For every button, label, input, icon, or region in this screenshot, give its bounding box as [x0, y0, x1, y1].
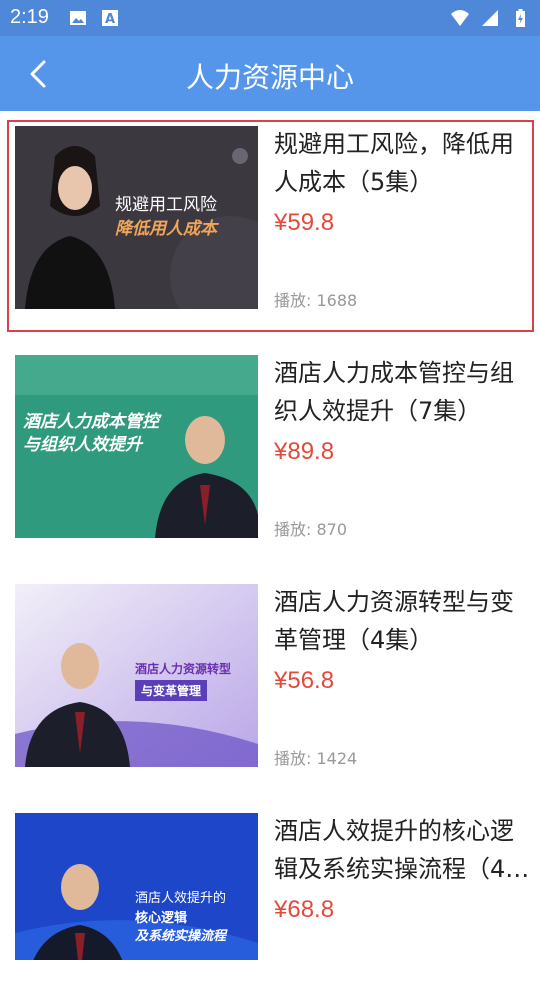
svg-text:A: A	[105, 12, 115, 27]
status-bar: 2:19 A	[0, 0, 540, 36]
status-system-icons	[450, 8, 530, 28]
thumbnail-title-line1: 酒店人力资源转型	[135, 662, 232, 676]
course-title[interactable]: 酒店人力成本管控与组织人效提升（7集）	[274, 354, 536, 430]
course-card[interactable]: 酒店人效提升的 核心逻辑 及系统实操流程 酒店人效提升的核心逻辑及系统实操流程（…	[0, 798, 540, 960]
play-count-value: 1424	[316, 749, 358, 768]
course-card[interactable]: 酒店人力资源转型 与变革管理 酒店人力资源转型与变革管理（4集） ¥56.8 播…	[0, 569, 540, 798]
course-price: ¥59.8	[274, 209, 335, 236]
course-card[interactable]: 酒店人力成本管控 与组织人效提升 酒店人力成本管控与组织人效提升（7集） ¥89…	[0, 340, 540, 569]
thumbnail-title-line1: 规避用工风险	[115, 195, 217, 215]
thumbnail-title-line3: 及系统实操流程	[135, 929, 227, 944]
course-price: ¥56.8	[274, 667, 335, 694]
thumbnail-title-line1: 酒店人效提升的	[135, 891, 227, 906]
course-price: ¥68.8	[274, 896, 335, 923]
play-count-value: 870	[316, 520, 348, 539]
wifi-icon	[451, 10, 469, 26]
play-count-value: 1688	[316, 291, 358, 310]
play-count: 播放: 1424	[274, 745, 357, 769]
app-bar: 人力资源中心	[0, 36, 540, 111]
course-info: 规避用工风险，降低用人成本（5集） ¥59.8 播放: 1688	[274, 125, 536, 311]
course-title[interactable]: 酒店人效提升的核心逻辑及系统实操流程（4集）	[274, 812, 536, 888]
thumbnail-title-line2: 降低用人成本	[115, 219, 217, 239]
course-thumbnail[interactable]: 规避用工风险 降低用人成本	[15, 126, 258, 309]
font-notification-icon: A	[102, 10, 118, 27]
course-info: 酒店人力成本管控与组织人效提升（7集） ¥89.8 播放: 870	[274, 354, 536, 540]
play-count-label: 播放:	[274, 291, 312, 310]
battery-charging-icon	[516, 9, 525, 27]
course-thumbnail[interactable]: 酒店人力成本管控 与组织人效提升	[15, 355, 258, 538]
status-notifications: A	[68, 8, 120, 28]
play-count-label: 播放:	[274, 749, 312, 768]
thumbnail-title-line2: 与变革管理	[135, 680, 208, 701]
cell-signal-icon	[482, 10, 498, 26]
play-count: 播放: 870	[274, 516, 347, 540]
thumbnail-title-line2: 核心逻辑	[135, 911, 188, 926]
play-count: 播放: 1688	[274, 287, 357, 311]
page-title: 人力资源中心	[185, 61, 354, 94]
course-info: 酒店人力资源转型与变革管理（4集） ¥56.8 播放: 1424	[274, 583, 536, 769]
play-count-label: 播放:	[274, 520, 312, 539]
course-price: ¥89.8	[274, 438, 335, 465]
course-card[interactable]: 规避用工风险 降低用人成本 规避用工风险，降低用人成本（5集） ¥59.8 播放…	[0, 111, 540, 340]
course-title[interactable]: 酒店人力资源转型与变革管理（4集）	[274, 583, 536, 659]
course-title[interactable]: 规避用工风险，降低用人成本（5集）	[274, 125, 536, 201]
thumbnail-title-line1: 酒店人力成本管控	[23, 412, 159, 432]
thumbnail-title-line2: 与组织人效提升	[23, 435, 142, 455]
course-thumbnail[interactable]: 酒店人力资源转型 与变革管理	[15, 584, 258, 767]
image-notification-icon	[70, 11, 86, 25]
status-time: 2:19	[10, 6, 49, 28]
course-info: 酒店人效提升的核心逻辑及系统实操流程（4集） ¥68.8	[274, 812, 536, 998]
course-thumbnail[interactable]: 酒店人效提升的 核心逻辑 及系统实操流程	[15, 813, 258, 960]
